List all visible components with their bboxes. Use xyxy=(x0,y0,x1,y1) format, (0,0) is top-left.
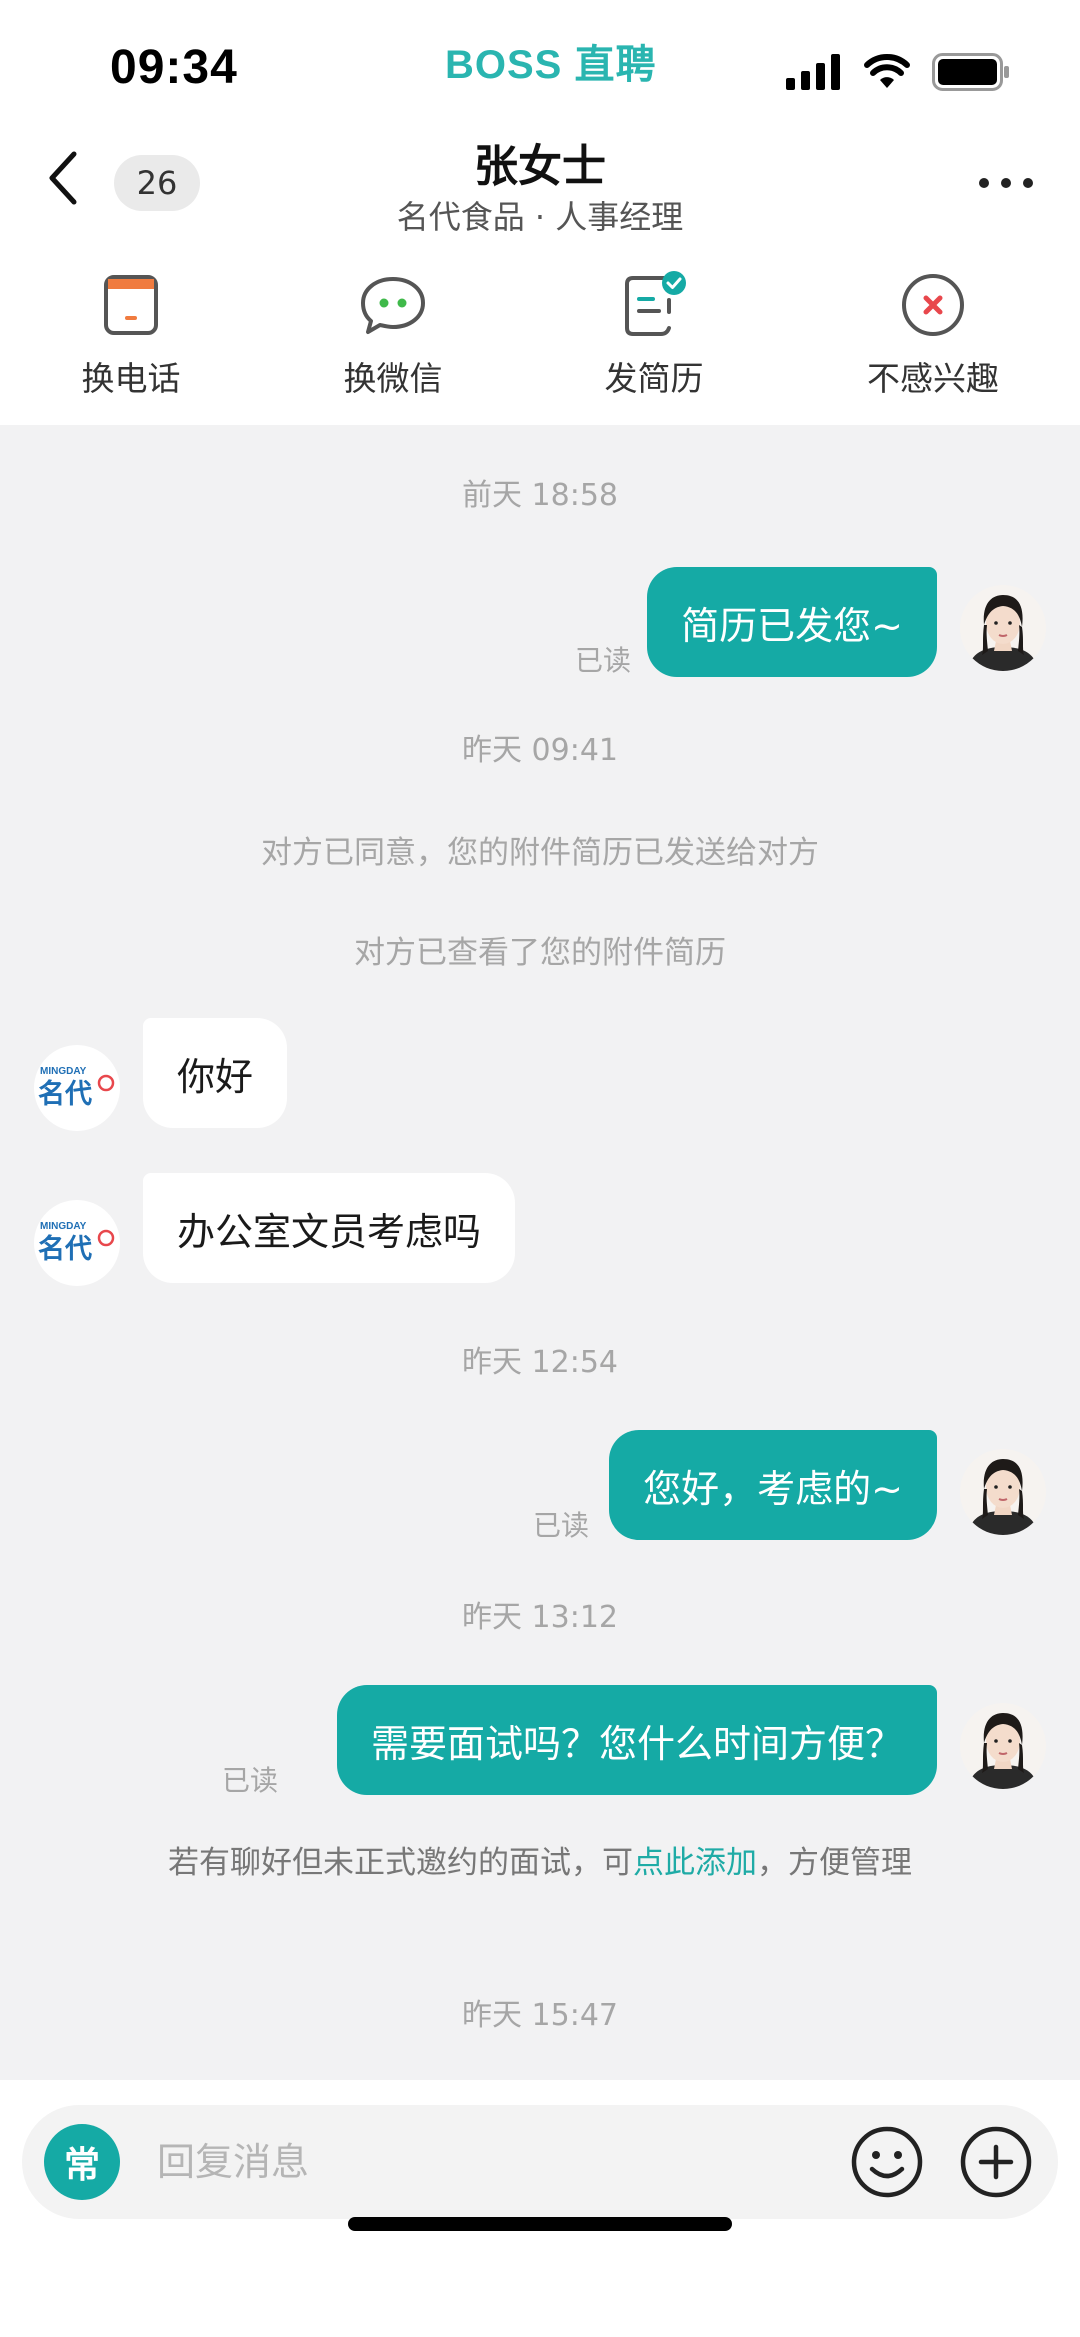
interview-hint-text-end: ，方便管理 xyxy=(757,1845,912,1881)
user-avatar[interactable] xyxy=(960,585,1046,671)
plus-circle-icon xyxy=(960,2126,1032,2198)
signal-icon xyxy=(786,54,840,90)
battery-icon xyxy=(932,53,1009,91)
swap-phone-label: 换电话 xyxy=(81,359,181,398)
user-avatar[interactable] xyxy=(960,1449,1046,1535)
message-bubble-sent[interactable]: 简历已发您~ xyxy=(647,567,937,677)
wifi-icon xyxy=(864,54,910,88)
contact-name: 张女士 xyxy=(474,141,606,192)
contact-avatar[interactable]: MINGDAY 名代 xyxy=(34,1200,120,1286)
chat-header: 26 张女士 名代食品 · 人事经理 xyxy=(0,120,1080,250)
status-icons xyxy=(786,50,1010,94)
wechat-icon xyxy=(361,277,425,334)
system-message: 对方已同意，您的附件简历已发送给对方 xyxy=(261,835,819,871)
message-bubble-sent[interactable]: 需要面试吗？您什么时间方便？ xyxy=(336,1685,937,1795)
company-logo-text-top: MINGDAY xyxy=(40,1066,87,1077)
swap-wechat-button[interactable]: 换微信 xyxy=(293,270,493,400)
home-indicator[interactable] xyxy=(348,2217,732,2231)
send-resume-label: 发简历 xyxy=(604,359,704,398)
add-interview-link[interactable]: 点此添加 xyxy=(633,1845,757,1881)
not-interested-label: 不感兴趣 xyxy=(867,359,999,398)
interview-hint: 若有聊好但未正式邀约的面试，可点此添加，方便管理 xyxy=(140,1840,940,1886)
app-logo: BOSS 直聘 xyxy=(445,43,657,87)
swap-phone-button[interactable]: 换电话 xyxy=(31,270,231,400)
company-logo-icon: MINGDAY 名代 xyxy=(38,1221,115,1265)
status-bar: 09:34 BOSS 直聘 xyxy=(0,0,1080,120)
message-bubble-received[interactable]: 办公室文员考虑吗 xyxy=(143,1173,516,1283)
input-bar: 常 xyxy=(0,2080,1080,2337)
timestamp: 昨天 13:12 xyxy=(462,1600,618,1635)
timestamp: 昨天 09:41 xyxy=(462,733,618,768)
read-receipt: 已读 xyxy=(575,644,632,677)
company-logo-icon: MINGDAY 名代 xyxy=(38,1066,115,1110)
company-logo-text-top: MINGDAY xyxy=(40,1221,87,1232)
read-receipt: 已读 xyxy=(222,1764,279,1797)
user-avatar[interactable] xyxy=(960,1703,1046,1789)
system-message: 对方已查看了您的附件简历 xyxy=(354,935,726,971)
interview-hint-text: 若有聊好但未正式邀约的面试，可 xyxy=(168,1845,633,1881)
send-resume-button[interactable]: 发简历 xyxy=(554,270,754,400)
more-functions-button[interactable] xyxy=(959,2125,1033,2199)
timestamp: 昨天 12:54 xyxy=(462,1345,618,1380)
action-bar: 换电话 换微信 发简历 不感兴趣 xyxy=(0,250,1080,425)
emoji-button[interactable] xyxy=(850,2125,924,2199)
resume-icon xyxy=(625,271,686,336)
contact-company-title: 名代食品 · 人事经理 xyxy=(396,198,684,236)
chat-messages[interactable]: 前天 18:58 已读 简历已发您~ 昨天 09:41 对方已同意，您的附件简历… xyxy=(0,425,1080,2080)
message-bubble-received[interactable]: 你好 xyxy=(143,1018,288,1128)
status-time: 09:34 xyxy=(110,41,238,94)
not-interested-icon xyxy=(902,274,964,336)
message-bubble-sent[interactable]: 您好，考虑的~ xyxy=(609,1430,937,1540)
timestamp: 昨天 15:47 xyxy=(462,1998,618,2033)
message-composer[interactable]: 常 xyxy=(22,2105,1058,2219)
quick-reply-button[interactable]: 常 xyxy=(44,2124,120,2200)
swap-wechat-label: 换微信 xyxy=(343,359,443,398)
company-logo-text-main: 名代 xyxy=(38,1233,92,1265)
reply-input[interactable] xyxy=(157,2127,807,2197)
more-options-button[interactable] xyxy=(976,175,1036,191)
read-receipt: 已读 xyxy=(533,1509,590,1542)
smiley-icon xyxy=(851,2126,923,2198)
company-logo-text-main: 名代 xyxy=(38,1078,92,1110)
timestamp: 前天 18:58 xyxy=(462,478,618,513)
phone-swap-icon xyxy=(104,275,158,335)
not-interested-button[interactable]: 不感兴趣 xyxy=(833,270,1033,400)
contact-avatar[interactable]: MINGDAY 名代 xyxy=(34,1045,120,1131)
